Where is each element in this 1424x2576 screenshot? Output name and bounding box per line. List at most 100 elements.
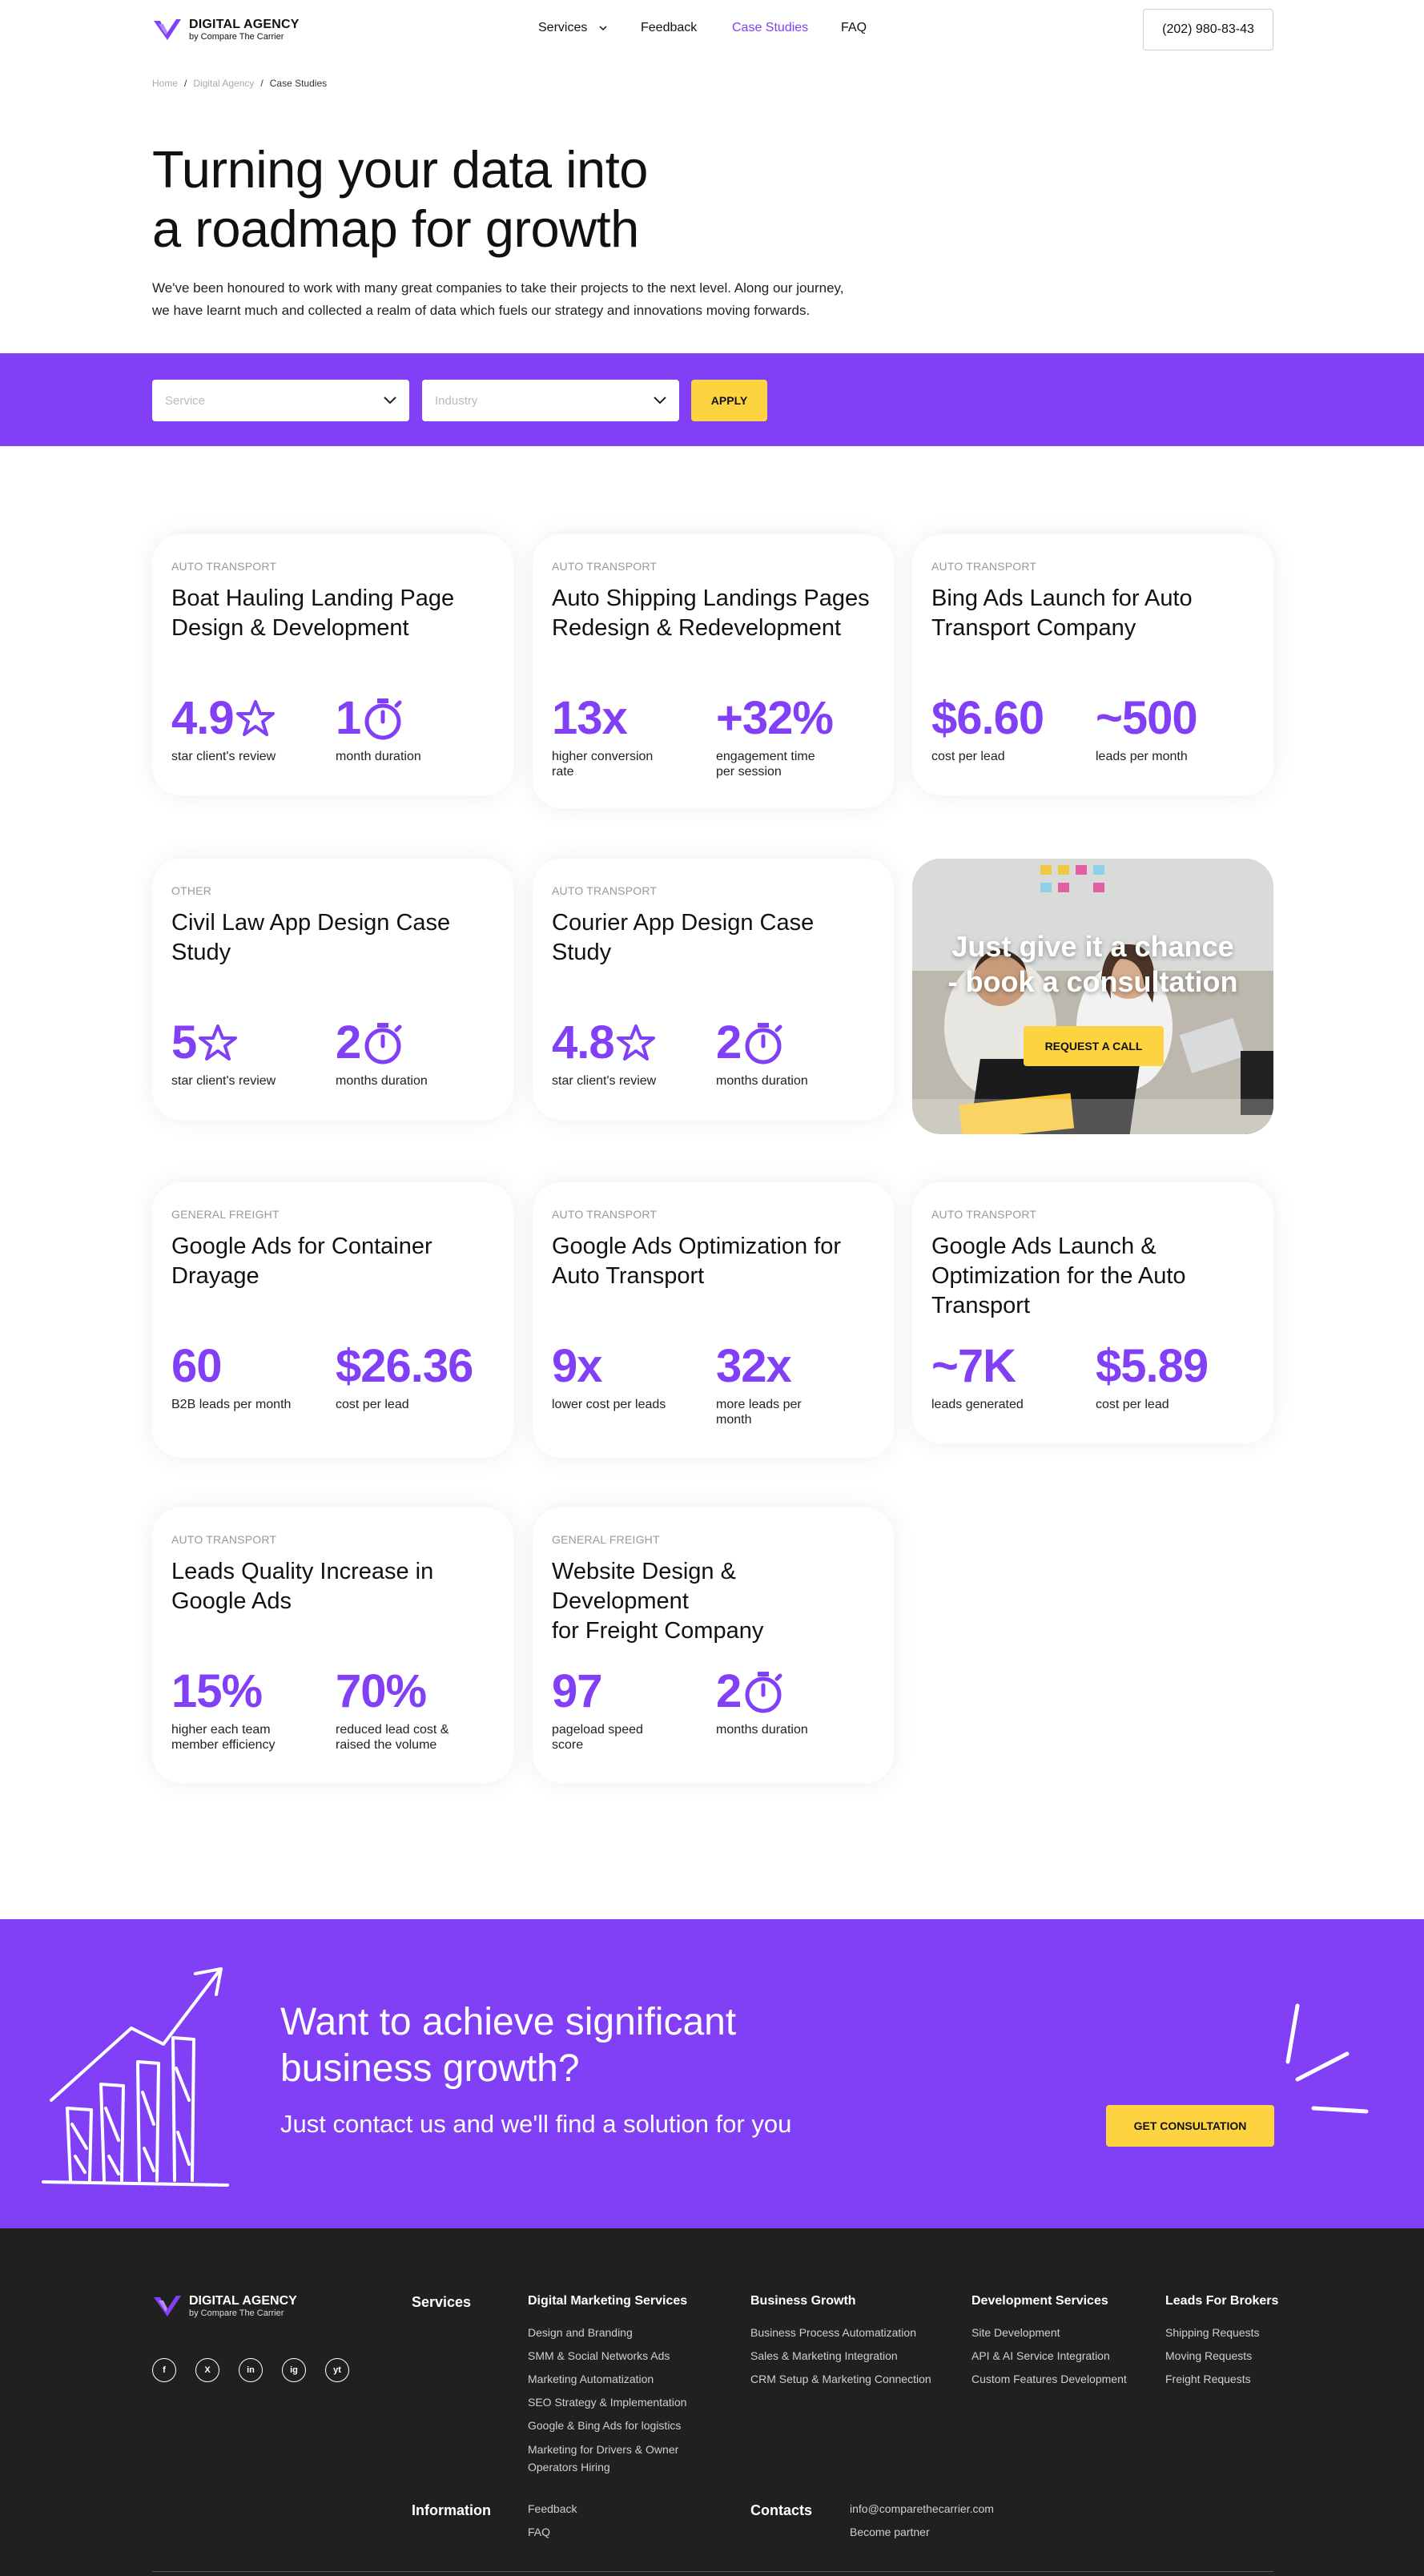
- footer-email-link[interactable]: info@comparethecarrier.com: [850, 2498, 994, 2521]
- footer-link[interactable]: API & AI Service Integration: [971, 2345, 1127, 2368]
- case-title: Google Ads Optimization for Auto Transpor…: [552, 1232, 872, 1291]
- case-category: AUTO TRANSPORT: [552, 1208, 658, 1221]
- filter-bar: Service Industry APPLY: [0, 353, 1424, 446]
- footer-link[interactable]: Shipping Requests: [1165, 2321, 1260, 2345]
- footer-link[interactable]: FAQ: [528, 2521, 577, 2544]
- logo-subtitle: by Compare The Carrier: [189, 31, 284, 42]
- nav-services-label: Services: [538, 21, 588, 34]
- instagram-icon[interactable]: ig: [282, 2358, 306, 2382]
- footer-link[interactable]: SMM & Social Networks Ads: [528, 2345, 686, 2368]
- stat-number: 60: [171, 1340, 223, 1392]
- case-category: GENERAL FREIGHT: [552, 1533, 660, 1546]
- stat-value: +32%: [716, 694, 880, 743]
- case-stat: ~500 leads per month: [1096, 694, 1260, 764]
- footer-col-heading[interactable]: Development Services: [971, 2294, 1108, 2308]
- footer-link[interactable]: Marketing for Drivers & Owner: [528, 2441, 686, 2458]
- case-stat: $5.89 cost per lead: [1096, 1342, 1260, 1412]
- case-stats: $6.60 cost per lead ~500 leads per month: [931, 694, 1260, 764]
- linkedin-icon[interactable]: in: [239, 2358, 263, 2382]
- footer-link[interactable]: Site Development: [971, 2321, 1127, 2345]
- chevron-down-icon: [654, 396, 666, 405]
- industry-select[interactable]: Industry: [422, 380, 679, 421]
- consultation-promo[interactable]: Just give it a chance - book a consultat…: [912, 859, 1273, 1134]
- footer-link[interactable]: SEO Strategy & Implementation: [528, 2391, 686, 2414]
- facebook-icon[interactable]: f: [152, 2358, 176, 2382]
- stat-value: 70%: [336, 1668, 500, 1716]
- footer-col-heading[interactable]: Digital Marketing Services: [528, 2294, 687, 2308]
- breadcrumb-digital-agency[interactable]: Digital Agency: [193, 78, 254, 89]
- case-title-line: Civil Law App Design Case: [171, 910, 451, 936]
- stat-number: 15%: [171, 1665, 263, 1717]
- nav-feedback[interactable]: Feedback: [641, 21, 697, 35]
- case-study-card[interactable]: GENERAL FREIGHT Website Design & Developm…: [533, 1507, 894, 1783]
- case-study-card[interactable]: AUTO TRANSPORT Courier App Design Case St…: [533, 859, 894, 1120]
- nav-services[interactable]: Services: [538, 21, 607, 35]
- social-links: f X in ig yt: [152, 2358, 349, 2382]
- case-study-card[interactable]: OTHER Civil Law App Design Case Study 5 star…: [152, 859, 513, 1120]
- case-category: AUTO TRANSPORT: [171, 1533, 277, 1546]
- phone-button[interactable]: (202) 980-83-43: [1143, 9, 1273, 50]
- nav-case-studies[interactable]: Case Studies: [732, 21, 808, 35]
- growth-chart-illustration: [42, 1967, 229, 2187]
- stat-value: 97: [552, 1668, 716, 1716]
- footer-link[interactable]: Sales & Marketing Integration: [750, 2345, 931, 2368]
- stat-value: 15%: [171, 1668, 336, 1716]
- footer-link[interactable]: Moving Requests: [1165, 2345, 1260, 2368]
- stat-value: 4.8: [552, 1019, 716, 1067]
- footer-link[interactable]: Freight Requests: [1165, 2368, 1260, 2391]
- case-title-line: Google Ads for Container: [171, 1234, 432, 1259]
- stat-value: ~500: [1096, 694, 1260, 743]
- stat-value: 9x: [552, 1342, 716, 1391]
- footer-link[interactable]: CRM Setup & Marketing Connection: [750, 2368, 931, 2391]
- stat-number: 9x: [552, 1340, 603, 1392]
- apply-button[interactable]: APPLY: [691, 380, 767, 421]
- footer-link[interactable]: Custom Features Development: [971, 2368, 1127, 2391]
- star-icon: [235, 700, 275, 736]
- logo[interactable]: DIGITAL AGENCY by Compare The Carrier: [152, 16, 300, 43]
- case-stats: 13x higher conversion rate +32% engagement …: [552, 694, 880, 779]
- footer-link[interactable]: Marketing Automatization: [528, 2368, 686, 2391]
- case-title-line: Auto Transport: [552, 1263, 705, 1289]
- stat-number: 4.9: [171, 692, 235, 744]
- footer-col-list: Business Process Automatization Sales & …: [750, 2321, 931, 2391]
- stat-value: 13x: [552, 694, 716, 743]
- footer-link[interactable]: Operators Hiring: [528, 2458, 686, 2476]
- get-consultation-button[interactable]: GET CONSULTATION: [1106, 2105, 1274, 2147]
- footer-become-partner-link[interactable]: Become partner: [850, 2521, 994, 2544]
- footer-col-heading[interactable]: Leads For Brokers: [1165, 2294, 1278, 2308]
- footer-link[interactable]: Design and Branding: [528, 2321, 686, 2345]
- cta-title: Want to achieve significant business gro…: [280, 1999, 736, 2092]
- case-title-line: Auto Shipping Landings Pages: [552, 586, 870, 611]
- page-intro-line: we have learnt much and collected a real…: [152, 303, 811, 318]
- footer-col-list: Design and Branding SMM & Social Network…: [528, 2321, 686, 2476]
- case-study-card[interactable]: GENERAL FREIGHT Google Ads for Container D…: [152, 1182, 513, 1458]
- x-twitter-icon[interactable]: X: [195, 2358, 219, 2382]
- case-title: Courier App Design Case Study: [552, 908, 872, 968]
- page-title: Turning your data into a roadmap for gro…: [152, 140, 873, 259]
- nav-faq[interactable]: FAQ: [841, 21, 867, 35]
- stat-number: $6.60: [931, 692, 1044, 744]
- stat-label: leads per month: [1096, 750, 1188, 763]
- case-study-card[interactable]: AUTO TRANSPORT Boat Hauling Landing Page D…: [152, 534, 513, 795]
- service-select[interactable]: Service: [152, 380, 409, 421]
- case-study-card[interactable]: AUTO TRANSPORT Google Ads Launch & Optimiz…: [912, 1182, 1273, 1443]
- case-study-card[interactable]: AUTO TRANSPORT Google Ads Optimization fo…: [533, 1182, 894, 1458]
- case-study-card[interactable]: AUTO TRANSPORT Leads Quality Increase in G…: [152, 1507, 513, 1783]
- case-stat: 5 star client's review: [171, 1019, 336, 1089]
- breadcrumb-home[interactable]: Home: [152, 78, 178, 89]
- page-intro-line: We've been honoured to work with many gr…: [152, 280, 844, 296]
- footer-col-heading[interactable]: Business Growth: [750, 2294, 856, 2308]
- case-study-card[interactable]: AUTO TRANSPORT Bing Ads Launch for Auto Tr…: [912, 534, 1273, 795]
- stat-label: more leads per month: [716, 1398, 802, 1427]
- star-icon: [199, 1024, 238, 1061]
- footer-link[interactable]: Google & Bing Ads for logistics: [528, 2414, 686, 2437]
- stat-value: $6.60: [931, 694, 1096, 743]
- stat-value: $5.89: [1096, 1342, 1260, 1391]
- footer-link[interactable]: Feedback: [528, 2498, 577, 2521]
- footer-link[interactable]: Business Process Automatization: [750, 2321, 931, 2345]
- stat-number: $5.89: [1096, 1340, 1209, 1392]
- youtube-icon[interactable]: yt: [325, 2358, 349, 2382]
- footer-logo[interactable]: DIGITAL AGENCY by Compare The Carrier: [152, 2292, 297, 2320]
- case-study-card[interactable]: AUTO TRANSPORT Auto Shipping Landings Pag…: [533, 534, 894, 808]
- request-call-button[interactable]: REQUEST A CALL: [1024, 1026, 1164, 1066]
